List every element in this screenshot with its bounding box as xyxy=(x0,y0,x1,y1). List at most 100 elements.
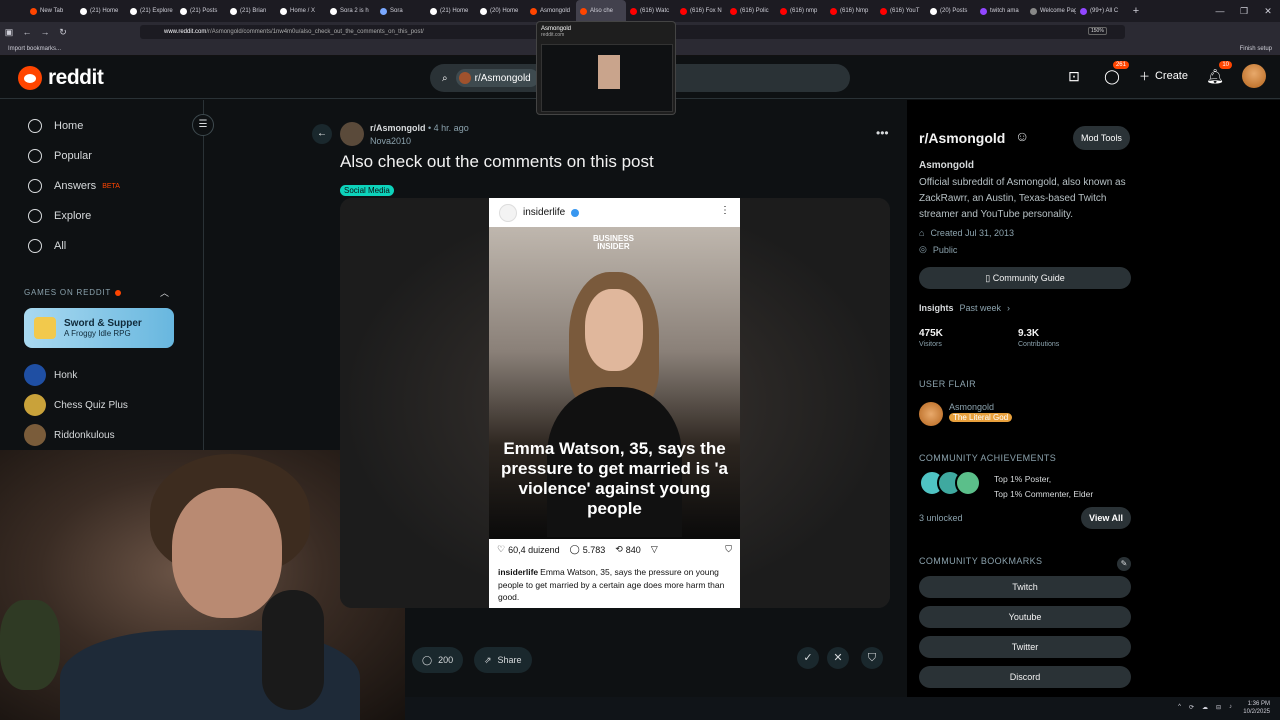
nav-item-explore[interactable]: Explore xyxy=(0,201,203,231)
reload-icon[interactable]: ↻ xyxy=(54,27,72,38)
ig-likes: 60,4 duizend xyxy=(508,544,560,555)
browser-tab[interactable]: (21) Home xyxy=(76,0,126,22)
tab-label: Asmongold xyxy=(540,8,571,14)
reddit-logo[interactable]: reddit xyxy=(18,66,104,90)
browser-tab[interactable]: New Tab xyxy=(26,0,76,22)
forward-icon[interactable]: → xyxy=(36,27,54,37)
edit-pencil-icon[interactable]: ✎ xyxy=(1117,557,1131,571)
browser-tab[interactable]: (616) YouT xyxy=(876,0,926,22)
search-subreddit-chip[interactable]: r/Asmongold xyxy=(455,69,539,87)
browser-tab[interactable]: Sora 2 is h xyxy=(326,0,376,22)
nav-item-answers[interactable]: Answers BETA xyxy=(0,171,203,201)
game-item[interactable]: Honk xyxy=(24,364,77,386)
browser-tab[interactable]: Welcome Page xyxy=(1026,0,1076,22)
import-bookmarks-link[interactable]: Import bookmarks... xyxy=(8,46,61,52)
games-header[interactable]: GAMES ON REDDIT xyxy=(24,288,122,297)
cloud-icon[interactable]: ☁ xyxy=(1202,704,1208,711)
insights[interactable]: Insights Past week › xyxy=(919,303,1010,313)
browser-tab[interactable]: (21) Brian xyxy=(226,0,276,22)
post-author[interactable]: Nova2010 xyxy=(370,136,411,146)
bookmark-twitch-button[interactable]: Twitch xyxy=(919,576,1131,598)
community-guide-button[interactable]: ▯ Community Guide xyxy=(919,267,1131,289)
view-all-button[interactable]: View All xyxy=(1081,507,1132,529)
subreddit-avatar[interactable] xyxy=(340,122,364,146)
chevron-up-icon[interactable]: ︿ xyxy=(160,286,169,299)
back-button[interactable]: ← xyxy=(312,124,332,144)
browser-tab[interactable]: Asmongold xyxy=(526,0,576,22)
plus-icon: ＋ xyxy=(1138,71,1150,83)
game-item[interactable]: Chess Quiz Plus xyxy=(24,394,128,416)
browser-tab[interactable]: (616) Fox N xyxy=(676,0,726,22)
nav-item-home[interactable]: Home xyxy=(0,111,203,141)
browser-tab[interactable]: Also che xyxy=(576,0,626,22)
browser-tab[interactable]: (20) Home xyxy=(476,0,526,22)
remove-icon[interactable]: ✕ xyxy=(827,647,849,669)
nav-item-all[interactable]: All xyxy=(0,231,203,261)
comments-button[interactable]: ◯ 200 xyxy=(412,647,464,673)
create-button[interactable]: ＋ Create xyxy=(1139,68,1188,84)
browser-tab[interactable]: Sora xyxy=(376,0,426,22)
share-button[interactable]: ⇗ Share xyxy=(474,647,532,673)
game-promo-card[interactable]: Sword & Supper A Froggy Idle RPG xyxy=(24,308,174,348)
user-avatar[interactable] xyxy=(1242,64,1266,88)
chevron-up-icon[interactable]: ^ xyxy=(1178,704,1181,711)
zoom-level[interactable]: 150% xyxy=(1088,27,1107,35)
close-window-icon[interactable]: ✕ xyxy=(1256,0,1280,22)
collapse-nav-button[interactable]: ☰ xyxy=(192,114,214,136)
tab-favicon-icon xyxy=(580,7,587,15)
bookmarks-header: COMMUNITY BOOKMARKS xyxy=(919,556,1043,566)
mod-tools-button[interactable]: Mod Tools xyxy=(1073,126,1130,150)
tab-favicon-icon xyxy=(30,7,37,15)
sidebar-toggle-icon[interactable]: ▣ xyxy=(0,27,18,38)
minimize-icon[interactable]: — xyxy=(1208,0,1232,22)
add-emoji-icon[interactable]: ☺ xyxy=(1015,128,1029,144)
ig-comments: 5.783 xyxy=(582,544,606,555)
more-options-icon[interactable]: ••• xyxy=(876,126,889,140)
subreddit-link[interactable]: r/Asmongold xyxy=(370,123,426,133)
tab-label: (616) nmp xyxy=(790,8,818,14)
browser-tab[interactable]: (616) Nmp xyxy=(826,0,876,22)
flair-username: Asmongold xyxy=(949,402,995,412)
nav-item-popular[interactable]: Popular xyxy=(0,141,203,171)
chat-icon[interactable]: ◯ 261 xyxy=(1101,61,1129,87)
back-icon[interactable]: ← xyxy=(18,27,36,37)
tab-favicon-icon xyxy=(330,7,337,15)
browser-tab[interactable]: (99+) All C xyxy=(1076,0,1126,22)
game-item[interactable]: Riddonkulous xyxy=(24,424,115,446)
advertise-icon[interactable]: ⊡ xyxy=(1063,65,1085,87)
post-title: Also check out the comments on this post xyxy=(340,152,654,171)
new-tab-icon[interactable]: + xyxy=(1126,5,1146,17)
network-icon[interactable]: ⊟ xyxy=(1216,704,1221,711)
browser-tab[interactable]: (20) Posts xyxy=(926,0,976,22)
browser-tab[interactable]: (616) Polic xyxy=(726,0,776,22)
browser-tab[interactable]: (21) Home xyxy=(426,0,476,22)
flair-tag[interactable]: The Literal God xyxy=(949,413,1013,422)
share-label: Share xyxy=(497,655,522,665)
sync-icon[interactable]: ⟳ xyxy=(1189,704,1194,711)
tab-label: New Tab xyxy=(40,8,64,14)
post-flair[interactable]: Social Media xyxy=(340,185,394,196)
notifications-icon[interactable]: 🔔︎ 10 xyxy=(1204,61,1232,87)
browser-tab[interactable]: (616) Watc xyxy=(626,0,676,22)
browser-tab[interactable]: twitch ama xyxy=(976,0,1026,22)
shield-icon[interactable]: ⛉ xyxy=(861,647,883,669)
browser-tab[interactable]: Home / X xyxy=(276,0,326,22)
post-media[interactable]: insiderlife ⋮ BUSINESS INSIDER Emma Watso… xyxy=(340,198,890,608)
browser-tab-bar: New Tab (21) Home (21) Explore (21) Posts (2… xyxy=(0,0,1280,22)
restore-icon[interactable]: ❐ xyxy=(1232,0,1256,22)
achievement-badges[interactable] xyxy=(919,470,983,498)
volume-icon[interactable]: ♪ xyxy=(1229,704,1232,711)
approve-icon[interactable]: ✓ xyxy=(797,647,819,669)
search-chip-label: r/Asmongold xyxy=(474,72,531,84)
finish-setup-link[interactable]: Finish setup xyxy=(1240,42,1272,56)
browser-tab[interactable]: (21) Explore xyxy=(126,0,176,22)
browser-tab[interactable]: (21) Posts xyxy=(176,0,226,22)
bookmark-youtube-button[interactable]: Youtube xyxy=(919,606,1131,628)
browser-tab[interactable]: (616) nmp xyxy=(776,0,826,22)
bookmark-twitter-button[interactable]: Twitter xyxy=(919,636,1131,658)
bookmark-discord-button[interactable]: Discord xyxy=(919,666,1131,688)
tab-preview-url: reddit.com xyxy=(541,32,565,38)
clock[interactable]: 1:36 PM 10/2/2025 xyxy=(1243,700,1270,716)
snoo-icon xyxy=(18,66,42,90)
promo-subtitle: A Froggy Idle RPG xyxy=(64,329,131,338)
